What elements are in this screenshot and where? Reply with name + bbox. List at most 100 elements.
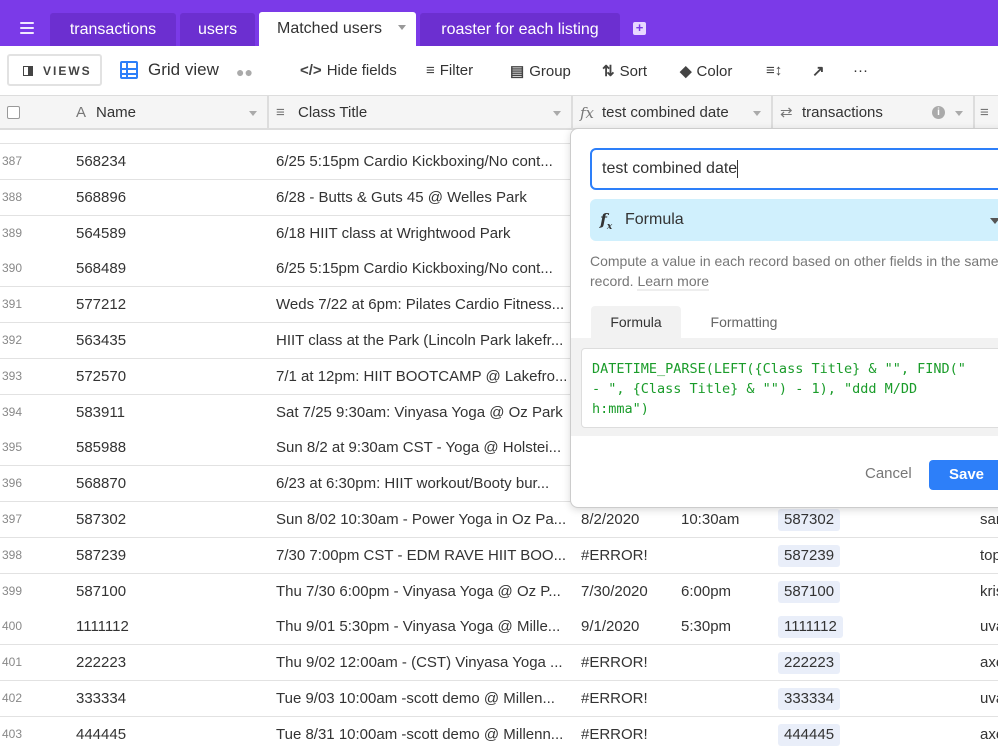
column-header-transactions[interactable]: ⇄ transactions i [772,96,974,130]
cell-class-title[interactable]: Thu 9/02 12:00am - (CST) Vinyasa Yoga ..… [276,645,566,680]
collaborators-icon[interactable]: ●● [236,64,253,80]
tab-matched-users[interactable]: Matched users [259,12,416,46]
tab-formula[interactable]: Formula [591,306,681,338]
cell-time[interactable] [681,645,771,680]
cell-date[interactable]: #ERROR! [581,538,676,573]
hide-fields-button[interactable]: </> Hide fields [300,62,397,79]
cell-name[interactable]: 333334 [76,681,266,716]
cell-class-title[interactable]: 6/28 - Butts & Guts 45 @ Welles Park [276,180,566,215]
select-all-checkbox[interactable] [7,106,20,119]
linked-record-chip[interactable]: 222223 [778,652,841,675]
cell-class-title[interactable]: Sun 8/02 10:30am - Power Yoga in Oz Pa..… [276,502,566,537]
tab-formatting[interactable]: Formatting [689,306,799,338]
cell-class-title[interactable]: Weds 7/22 at 6pm: Pilates Cardio Fitness… [276,287,566,322]
cell-name[interactable]: 1111112 [76,609,266,644]
field-name-input[interactable]: test combined date [590,148,998,190]
table-row[interactable]: 400 1111112 Thu 9/01 5:30pm - Vinyasa Yoga… [0,609,998,646]
tab-transactions[interactable]: transactions [50,13,176,46]
cell-class-title[interactable]: Tue 9/03 10:00am -scott demo @ Millen... [276,681,566,716]
chevron-down-icon[interactable] [553,111,561,116]
linked-record-chip[interactable]: 587302 [778,509,841,531]
cell-name[interactable]: 568234 [76,144,266,179]
group-button[interactable]: ▤ Group [510,62,571,80]
linked-record-chip[interactable]: 333334 [778,688,841,710]
cell-date[interactable]: #ERROR! [581,717,676,746]
cell-name[interactable]: 563435 [76,323,266,358]
cell-class-title[interactable]: Tue 8/31 10:00am -scott demo @ Millenn..… [276,717,566,746]
table-row[interactable]: 398 587239 7/30 7:00pm CST - EDM RAVE HIIT… [0,537,998,574]
cell-class-title[interactable]: 6/18 HIIT class at Wrightwood Park [276,216,566,251]
table-row[interactable]: 399 587100 Thu 7/30 6:00pm - Vinyasa Yoga … [0,573,998,610]
column-header-name[interactable]: A Name [0,96,268,130]
chevron-down-icon[interactable] [249,111,257,116]
chevron-down-icon[interactable] [753,111,761,116]
cell-next-column[interactable]: axe [980,717,998,746]
cell-date[interactable]: #ERROR! [581,681,676,716]
linked-record-chip[interactable]: 444445 [778,723,841,746]
formula-editor[interactable]: DATETIME_PARSE(LEFT({Class Title} & "", … [581,348,998,428]
cell-transactions[interactable]: 333334 [778,681,968,716]
cell-transactions[interactable]: 1111112 [778,609,968,644]
cell-name[interactable]: 587239 [76,538,266,573]
cell-name[interactable]: 444445 [76,717,266,746]
cell-class-title[interactable]: 6/25 5:15pm Cardio Kickboxing/No cont... [276,144,566,179]
info-icon[interactable]: i [932,106,945,119]
color-button[interactable]: ◆ Color [680,62,732,80]
cell-name[interactable]: 577212 [76,287,266,322]
table-row[interactable]: 401 222223 Thu 9/02 12:00am - (CST) Vinyas… [0,645,998,682]
cell-class-title[interactable]: 7/1 at 12pm: HIIT BOOTCAMP @ Lakefro... [276,359,566,394]
cell-class-title[interactable]: Sun 8/2 at 9:30am CST - Yoga @ Holstei..… [276,430,566,465]
cell-date[interactable]: 9/1/2020 [581,609,676,644]
cell-time[interactable] [681,681,771,716]
cell-name[interactable]: 585988 [76,430,266,465]
filter-button[interactable]: ≡ Filter [426,62,473,79]
cell-transactions[interactable]: 444445 [778,717,968,746]
more-options-button[interactable]: ··· [853,62,868,79]
cell-next-column[interactable]: kris [980,574,998,609]
cell-time[interactable] [681,717,771,746]
column-header-class-title[interactable]: ≡ Class Title [268,96,572,130]
sort-button[interactable]: ⇅ Sort [602,62,647,80]
column-header-test-combined-date[interactable]: fx test combined date [572,96,772,130]
learn-more-link[interactable]: Learn more [637,273,710,291]
cell-time[interactable]: 5:30pm [681,609,771,644]
tab-users[interactable]: users [180,13,255,46]
cell-name[interactable]: 587302 [76,502,266,537]
cell-name[interactable]: 568896 [76,180,266,215]
tab-roaster-for-each-listing[interactable]: roaster for each listing [420,13,620,46]
cell-date[interactable]: #ERROR! [581,645,676,680]
field-type-select[interactable]: fx Formula [590,199,998,241]
cell-next-column[interactable]: axe [980,645,998,680]
cell-name[interactable]: 587100 [76,574,266,609]
table-row[interactable]: 402 333334 Tue 9/03 10:00am -scott demo @ … [0,681,998,717]
cell-class-title[interactable]: Sat 7/25 9:30am: Vinyasa Yoga @ Oz Park [276,395,566,430]
cell-name[interactable]: 583911 [76,395,266,430]
cell-name[interactable]: 568870 [76,466,266,501]
cell-transactions[interactable]: 587239 [778,538,968,573]
cell-transactions[interactable]: 222223 [778,645,968,680]
add-table-icon[interactable]: + [633,21,646,35]
row-height-button[interactable]: ≡↕ [766,62,787,79]
menu-icon[interactable] [20,22,34,34]
linked-record-chip[interactable]: 587239 [778,544,841,567]
cell-next-column[interactable]: uva [980,609,998,644]
cancel-button[interactable]: Cancel [865,465,912,482]
cell-time[interactable]: 6:00pm [681,574,771,609]
cell-next-column[interactable]: uva [980,681,998,716]
cell-class-title[interactable]: HIIT class at the Park (Lincoln Park lak… [276,323,566,358]
cell-class-title[interactable]: 6/25 5:15pm Cardio Kickboxing/No cont... [276,251,566,286]
save-button[interactable]: Save [929,460,998,490]
column-header-next[interactable]: ≡ [974,96,998,130]
cell-class-title[interactable]: 6/23 at 6:30pm: HIIT workout/Booty bur..… [276,466,566,501]
cell-name[interactable]: 564589 [76,216,266,251]
table-row[interactable]: 403 444445 Tue 8/31 10:00am -scott demo @ … [0,716,998,746]
cell-name[interactable]: 568489 [76,251,266,286]
chevron-down-icon[interactable] [398,25,406,30]
linked-record-chip[interactable]: 587100 [778,580,841,603]
cell-next-column[interactable]: top [980,538,998,573]
share-view-button[interactable]: ↗ [812,62,830,80]
cell-class-title[interactable]: Thu 9/01 5:30pm - Vinyasa Yoga @ Mille..… [276,609,566,644]
cell-time[interactable] [681,538,771,573]
cell-transactions[interactable]: 587100 [778,574,968,609]
views-button[interactable]: VIEWS [7,54,102,86]
